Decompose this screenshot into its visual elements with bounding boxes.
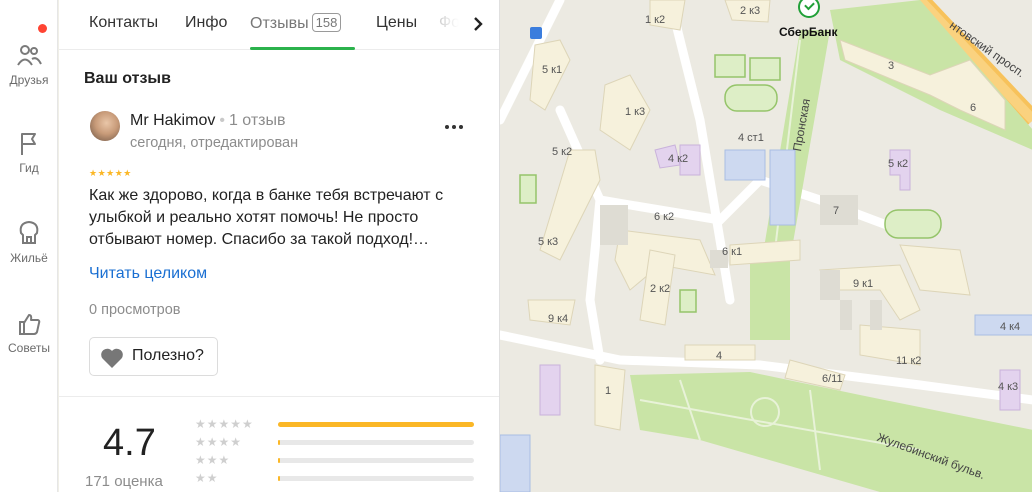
building-label: 4 к2: [668, 153, 689, 165]
building-label: 6 к1: [722, 246, 743, 258]
divider: [59, 396, 499, 397]
tab-contacts[interactable]: Контакты: [89, 14, 158, 32]
building-label: 5 к3: [538, 236, 559, 248]
separator-dot: •: [219, 112, 225, 129]
nav-item-label: Жильё: [10, 251, 48, 265]
building-label: 5 к2: [552, 146, 573, 158]
building-label: 7: [833, 205, 840, 217]
rating-count: 171 оценка: [85, 473, 163, 490]
chevron-right-icon: [474, 17, 483, 31]
nav-item-tips[interactable]: Советы: [0, 310, 58, 355]
dist-fill: [278, 440, 280, 445]
section-title: Ваш отзыв: [84, 70, 171, 87]
building-label: 11 к2: [896, 355, 922, 367]
tab-bar: Контакты Инфо Отзывы158 Цены Фо: [59, 0, 499, 50]
dist-stars-5: ★★★★★: [195, 417, 254, 431]
average-rating: 4.7: [103, 422, 156, 464]
building-label: 4 к4: [1000, 321, 1021, 333]
dist-fill: [278, 476, 280, 481]
poi-label[interactable]: СберБанк: [779, 25, 837, 39]
flag-icon: [21, 133, 36, 155]
building-label: 5 к1: [542, 64, 563, 76]
dist-fill: [278, 422, 474, 427]
avatar[interactable]: [90, 111, 120, 141]
review-stars: ★★★★★: [89, 168, 132, 178]
building-label: 1: [605, 385, 612, 397]
review-text: Как же здорово, когда в банке тебя встре…: [89, 187, 444, 248]
author-review-count: 1 отзыв: [228, 112, 286, 129]
building-label: 4 ст1: [738, 132, 764, 144]
building-label: 2 к2: [650, 283, 671, 295]
organization-panel: Контакты Инфо Отзывы158 Цены Фо Ваш отзы…: [59, 0, 499, 492]
active-tab-indicator: [250, 47, 355, 50]
building-label: 6 к2: [654, 211, 675, 223]
thumbs-up-icon: [19, 314, 41, 335]
tab-prices[interactable]: Цены: [376, 14, 417, 32]
building-label: 4 к3: [998, 381, 1019, 393]
building-label: 9 к1: [853, 278, 874, 290]
nav-item-friends[interactable]: Друзья: [0, 42, 58, 87]
dist-bar-4: [278, 440, 474, 445]
metro-station-icon[interactable]: [530, 27, 542, 39]
people-icon: [17, 45, 42, 66]
nav-item-label: Друзья: [9, 73, 49, 87]
notification-dot: [38, 24, 47, 33]
tabs-next-button[interactable]: [463, 8, 493, 40]
dist-stars-3: ★★★: [195, 453, 231, 467]
nav-item-guide[interactable]: Гид: [0, 130, 58, 175]
review-author[interactable]: Mr Hakimov • 1 отзыв: [130, 112, 286, 130]
dist-fill: [278, 458, 280, 463]
useful-button[interactable]: Полезно?: [89, 337, 218, 376]
building-label: 3: [888, 60, 895, 72]
building-label: 5 к2: [888, 158, 909, 170]
building-label: 6: [970, 102, 977, 114]
dist-stars-4: ★★★★: [195, 435, 243, 449]
nav-top-cut-label: [0, 0, 58, 8]
reviews-count-badge: 158: [311, 13, 342, 32]
more-dot: [459, 125, 463, 129]
dist-bar-3: [278, 458, 474, 463]
review-date: сегодня, отредактирован: [130, 135, 299, 151]
useful-button-label: Полезно?: [132, 347, 204, 364]
nav-item-label: Советы: [8, 341, 50, 355]
building-label: 1 к2: [645, 14, 666, 26]
dist-bar-5: [278, 422, 474, 427]
nav-item-housing[interactable]: Жильё: [0, 218, 58, 265]
home-icon: [19, 220, 39, 244]
read-more-link[interactable]: Читать целиком: [89, 265, 207, 283]
dist-bar-2: [278, 476, 474, 481]
map-view[interactable]: СберБанк Пронская Жулебинский бульв. нто…: [499, 0, 1032, 492]
map-canvas[interactable]: [500, 0, 1032, 492]
building-label: 1 к3: [625, 106, 646, 118]
review-views: 0 просмотров: [89, 302, 181, 318]
tab-reviews[interactable]: Отзывы 158: [250, 13, 342, 33]
building-label: 6/11: [822, 373, 843, 385]
more-options-button[interactable]: [441, 113, 467, 139]
left-nav-rail: Друзья Гид Жильё Советы: [0, 0, 58, 492]
more-dot: [452, 125, 456, 129]
building-label: 9 к4: [548, 313, 569, 325]
tab-reviews-label: Отзывы: [250, 15, 309, 32]
more-dots-icon: [445, 125, 449, 129]
dist-stars-2: ★★: [195, 471, 219, 485]
nav-item-label: Гид: [19, 161, 39, 175]
building-label: 2 к3: [740, 5, 761, 17]
building-label: 4: [716, 350, 723, 362]
author-name[interactable]: Mr Hakimov: [130, 112, 215, 129]
tab-info[interactable]: Инфо: [185, 14, 227, 32]
heart-icon: [101, 348, 123, 368]
